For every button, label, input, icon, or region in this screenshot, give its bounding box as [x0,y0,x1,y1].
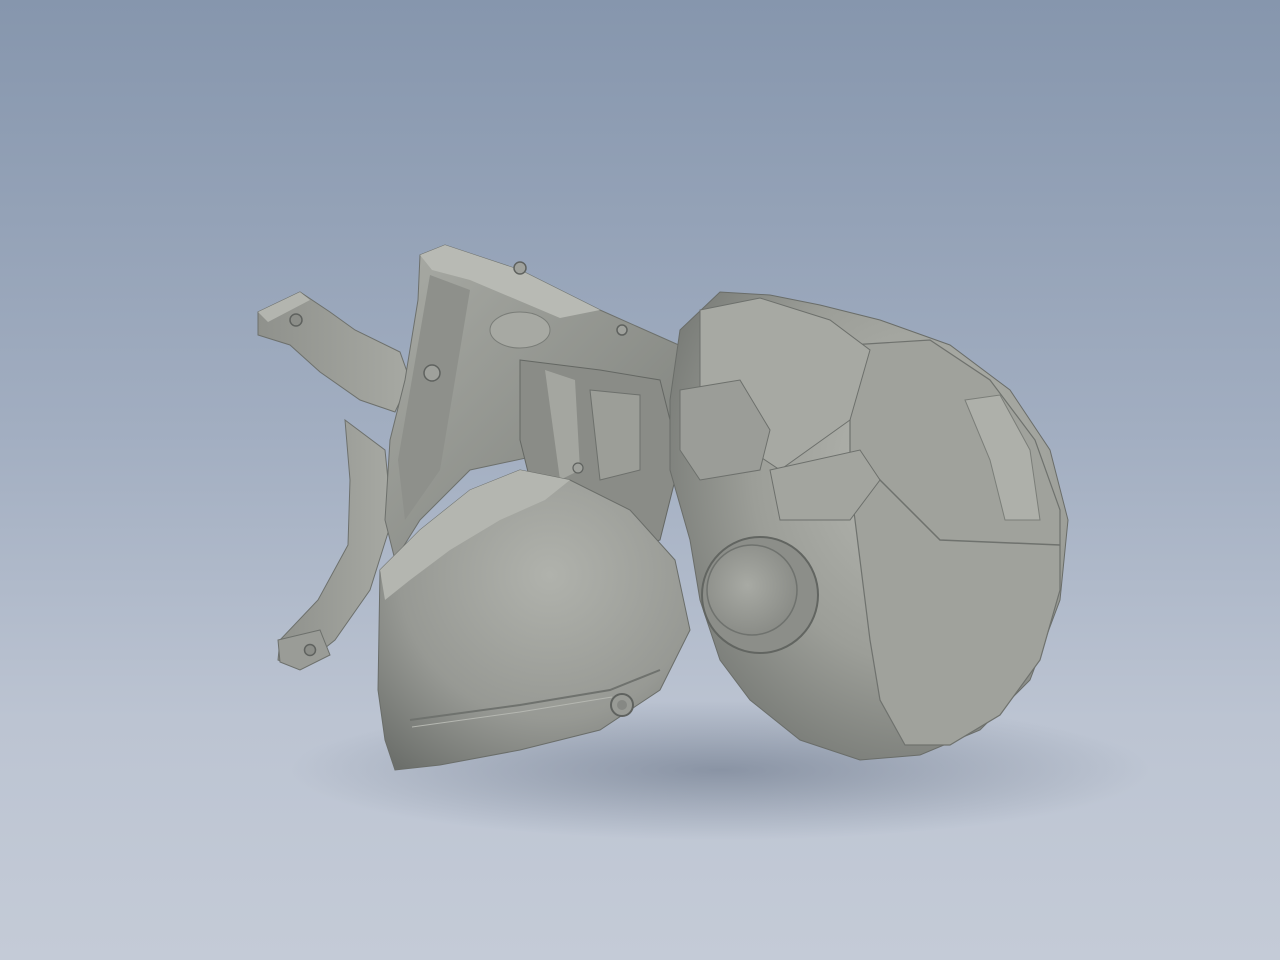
mount-arm-lower[interactable] [277,418,393,671]
model-scene[interactable] [0,0,1280,960]
mount-arm-upper[interactable] [257,291,411,413]
3d-viewport[interactable] [0,0,1280,960]
helmet[interactable] [669,291,1069,761]
